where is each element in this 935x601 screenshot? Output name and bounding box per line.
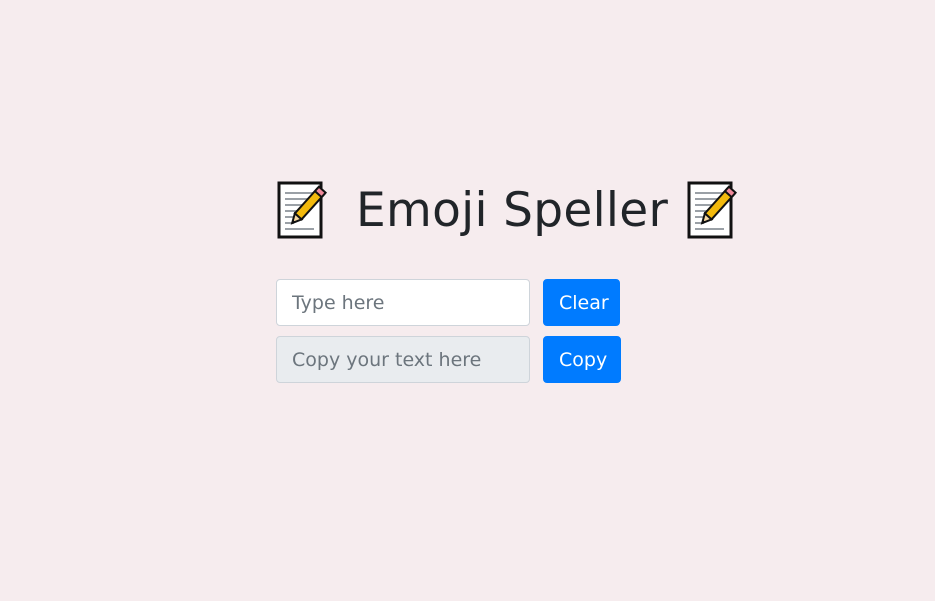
emoji-speller-page: Emoji Speller Clear Copy <box>0 0 935 601</box>
copy-output-field[interactable] <box>276 336 530 383</box>
memo-icon <box>277 181 328 239</box>
type-input[interactable] <box>276 279 530 326</box>
memo-icon <box>687 181 738 239</box>
clear-button[interactable]: Clear <box>543 279 620 326</box>
title-text: Emoji Speller <box>356 182 669 238</box>
copy-button[interactable]: Copy <box>543 336 621 383</box>
page-title: Emoji Speller <box>276 178 744 242</box>
